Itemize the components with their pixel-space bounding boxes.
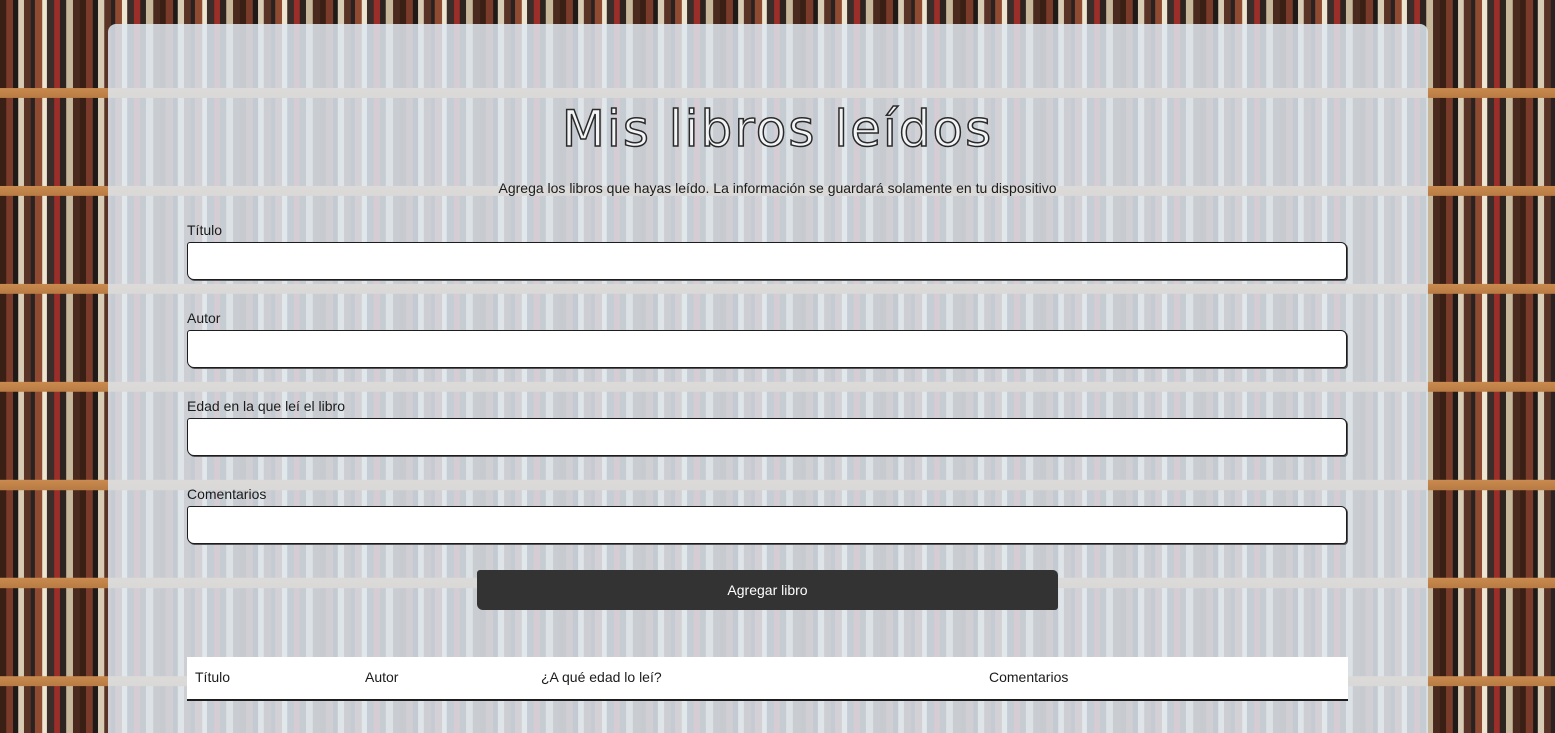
age-input[interactable] — [187, 418, 1347, 456]
age-field-label: Edad en la que leí el libro — [187, 398, 345, 414]
page-subtitle: Agrega los libros que hayas leído. La in… — [498, 180, 1057, 196]
add-book-button[interactable]: Agregar libro — [477, 570, 1058, 610]
column-header-author: Autor — [365, 669, 399, 685]
title-input[interactable] — [187, 242, 1347, 280]
column-header-age: ¿A qué edad lo leí? — [541, 669, 662, 685]
author-field-label: Autor — [187, 310, 221, 326]
title-field-label: Título — [187, 222, 223, 238]
page-title: Mis libros leídos — [561, 99, 994, 159]
author-input[interactable] — [187, 330, 1347, 368]
comments-field-label: Comentarios — [187, 486, 267, 502]
comments-input[interactable] — [187, 506, 1347, 544]
column-header-comments: Comentarios — [989, 669, 1069, 685]
column-header-title: Título — [195, 669, 231, 685]
books-table-header: Título Autor ¿A qué edad lo leí? Comenta… — [187, 657, 1348, 701]
